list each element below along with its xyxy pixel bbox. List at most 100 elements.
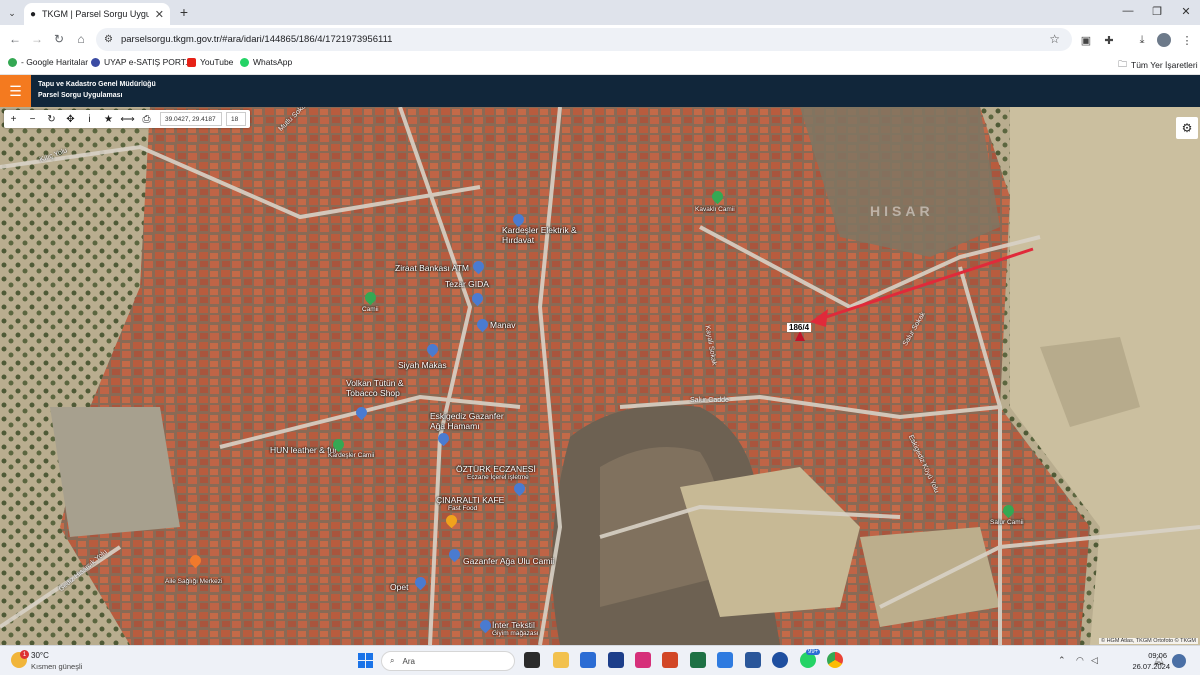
map-settings-gear-icon[interactable]: ⚙ [1176,117,1198,139]
app-icon[interactable] [772,652,788,668]
map-attribution: © HGM Atlas, TKGM Ortofoto © TKGM [1098,638,1198,644]
close-tab-icon[interactable]: ✕ [155,8,164,21]
info-icon[interactable]: i [80,110,99,128]
show-hidden-icons-chevron-icon[interactable]: ⌃ [1058,655,1066,666]
bookmark-label: - Google Haritalar [21,57,89,67]
bookmark-uyap[interactable]: UYAP e-SATIŞ PORT... [91,57,192,67]
refresh-map-icon[interactable]: ↻ [42,110,61,128]
poi-label: Fast Food [448,505,478,512]
location-pin-favicon-icon: ● [30,8,37,20]
poi-label: Eczane İçerel işletme [467,474,529,481]
address-bar[interactable]: ⚙ parselsorgu.tkgm.gov.tr/#ara/idari/144… [96,28,1072,51]
poi-label: Kavaklı Camii [695,206,735,213]
poi-label: Manav [490,320,516,330]
youtube-icon [187,57,196,67]
weather-description[interactable]: Kısmen güneşli [31,662,82,671]
bookmark-star-icon[interactable]: ☆ [1049,32,1060,46]
poi-label: Giyim mağazası [492,630,539,637]
poi-label: Salur Camii [990,519,1024,526]
url-text: parselsorgu.tkgm.gov.tr/#ara/idari/14486… [120,34,393,45]
back-arrow-icon[interactable]: ← [8,32,22,46]
favorite-star-icon[interactable]: ★ [99,110,118,128]
bookmark-google-maps[interactable]: - Google Haritalar [8,57,88,67]
forward-arrow-icon[interactable]: → [30,32,44,46]
poi-label: Kardeşler Camii [328,452,375,459]
copilot-icon[interactable] [1172,654,1186,668]
instagram-icon[interactable] [635,652,651,668]
file-explorer-icon[interactable] [553,652,569,668]
poi-label: Volkan Tütün & Tobacco Shop [346,378,404,398]
powerpoint-icon[interactable] [662,652,678,668]
bookmark-label: WhatsApp [253,57,293,67]
browser-menu-icon[interactable]: ⋮ [1180,33,1194,47]
bookmark-label: YouTube [200,57,234,67]
taskbar-search[interactable]: ⌕ Ara [381,651,515,671]
app-title: Parsel Sorgu Uygulaması [38,92,123,99]
notification-badge: 1 [20,650,29,659]
word-icon[interactable] [745,652,761,668]
browser-tab-strip: ⌄ ● TKGM | Parsel Sorgu Uygulaması ✕ + —… [0,0,1200,25]
road-label: Salur Cadde [690,397,729,404]
print-icon[interactable]: ⎙ [137,110,156,128]
browser-toolbar: ← → ↻ ⌂ ⚙ parselsorgu.tkgm.gov.tr/#ara/i… [0,25,1200,54]
reload-icon[interactable]: ↻ [52,32,66,46]
poi-label: Camii [362,306,379,313]
whatsapp-icon [240,57,249,67]
satellite-map[interactable]: + − ↻ ✥ i ★ ⟷ ⎙ 39.0427, 29.4187 18 ⚙ HI… [0,107,1200,645]
locate-crosshair-icon[interactable]: ✥ [61,110,80,128]
zoom-out-icon[interactable]: − [23,110,42,128]
orthophoto-background [0,107,1200,645]
poi-label: Kardeşler Elektrik & Hırdavat [502,225,577,245]
bookmarks-bar: - Google Haritalar UYAP e-SATIŞ PORT... … [0,54,1200,75]
organization-name: Tapu ve Kadastro Genel Müdürlüğü [38,81,156,88]
poi-label: Gazanfer Ağa Ulu Camii [463,556,555,566]
app-header: ☰ Tapu ve Kadastro Genel Müdürlüğü Parse… [0,75,1200,107]
tab-title: TKGM | Parsel Sorgu Uygulaması [42,9,149,19]
poi-label: Tezar GIDA [445,279,489,289]
close-window-icon[interactable]: ✕ [1176,5,1196,18]
whatsapp-badge: 99+ [806,649,821,655]
start-windows-icon[interactable] [358,653,373,668]
excel-icon[interactable] [690,652,706,668]
downloads-icon[interactable]: ⤓ [1135,33,1149,47]
zoom-in-icon[interactable]: + [4,110,23,128]
chrome-icon[interactable] [827,652,843,668]
save-to-drive-icon[interactable]: ▣ [1079,33,1093,47]
measure-line-icon[interactable]: ⟷ [118,110,137,128]
coordinate-input[interactable]: 39.0427, 29.4187 [160,112,222,126]
area-label: HISAR [870,203,934,219]
l-app-icon[interactable] [608,652,624,668]
bookmark-whatsapp[interactable]: WhatsApp [240,57,292,67]
folder-icon: 🗀 [1118,59,1128,69]
task-view-icon[interactable] [524,652,540,668]
uyap-icon [91,57,100,67]
poi-label: Ziraat Bankası ATM [395,263,470,273]
poi-label: Opet [390,582,409,592]
wifi-icon[interactable]: ◠ [1076,655,1084,666]
all-bookmarks-folder[interactable]: 🗀 Tüm Yer İşaretleri [1118,57,1198,73]
browser-tab[interactable]: ● TKGM | Parsel Sorgu Uygulaması ✕ [24,3,170,25]
profile-avatar-icon[interactable] [1157,33,1171,47]
poi-label: ÖZTÜRK ECZANESİ [456,464,536,474]
poi-label: Siyah Makas [398,360,447,370]
extensions-puzzle-icon[interactable]: ✚ [1102,33,1116,47]
bookmark-youtube[interactable]: YouTube [187,57,233,67]
poi-label: ÇINARALTI KAFE [436,495,505,505]
home-icon[interactable]: ⌂ [74,32,88,46]
minimize-window-icon[interactable]: — [1118,5,1138,17]
site-info-icon[interactable]: ⚙ [104,34,113,45]
poi-label: Eskigediz Gazanfer Ağa Hamamı [430,411,504,431]
new-tab-plus-icon[interactable]: + [176,4,192,20]
bookmark-label: UYAP e-SATIŞ PORT... [104,57,193,67]
hamburger-menu-icon[interactable]: ☰ [0,75,31,107]
notification-bell-icon[interactable]: 🔔︎ [1153,655,1164,666]
zoom-level-input[interactable]: 18 [226,112,246,126]
volume-icon[interactable]: ◁ [1091,655,1098,666]
store-icon[interactable] [580,652,596,668]
poi-label: İnter Tekstil [492,620,535,630]
weather-temperature[interactable]: 30°C [31,651,49,660]
todo-icon[interactable] [717,652,733,668]
map-toolbar: + − ↻ ✥ i ★ ⟷ ⎙ 39.0427, 29.4187 18 [4,110,250,128]
restore-window-icon[interactable]: ❐ [1147,5,1167,18]
tab-search-chevron-icon[interactable]: ⌄ [5,6,19,20]
